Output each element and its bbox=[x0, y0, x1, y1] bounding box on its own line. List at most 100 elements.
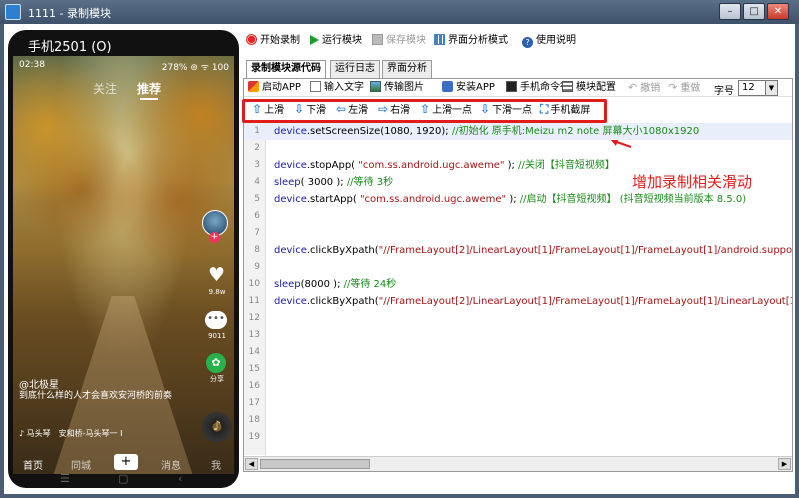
menu-key-icon[interactable]: ☰ bbox=[60, 472, 70, 485]
tab-run-log[interactable]: 运行日志 bbox=[330, 60, 380, 78]
module-config-button[interactable]: 模块配置 bbox=[562, 79, 616, 97]
line-number: 15 bbox=[248, 364, 260, 374]
code-line[interactable]: 13 bbox=[244, 327, 792, 344]
line-number: 14 bbox=[248, 347, 260, 357]
video-author[interactable]: @北极星 bbox=[19, 376, 59, 391]
comment-icon[interactable]: ••• bbox=[205, 311, 227, 329]
chevron-down-icon[interactable]: ▼ bbox=[765, 81, 777, 95]
phone-softkeys: ☰ ▢ ‹ bbox=[8, 472, 239, 488]
code-function: sleep bbox=[274, 279, 301, 290]
heart-icon[interactable]: ♥ bbox=[208, 264, 225, 286]
code-line[interactable]: 2 bbox=[244, 140, 792, 157]
scroll-right-icon[interactable]: ▶ bbox=[778, 458, 791, 470]
code-call: (8000 ); bbox=[300, 279, 344, 290]
code-call: ); bbox=[506, 194, 520, 205]
code-line[interactable]: 5 device.startApp( "com.ss.android.ugc.a… bbox=[244, 191, 792, 208]
code-line[interactable]: 8 device.clickByXpath("//FrameLayout[2]/… bbox=[244, 242, 792, 259]
music-disc-icon[interactable]: ♪ bbox=[202, 412, 232, 442]
line-number: 1 bbox=[254, 126, 260, 136]
highlight-box bbox=[242, 99, 607, 123]
code-line[interactable]: 19 bbox=[244, 429, 792, 446]
phone-screen[interactable]: 02:38 278% ⊜ ᯤ 100 关注 推荐 + ♥ 9.8w ••• 90… bbox=[13, 56, 234, 474]
code-line[interactable]: 17 bbox=[244, 395, 792, 412]
follow-plus-icon[interactable]: + bbox=[209, 232, 220, 243]
music-title[interactable]: ♪ 马头琴 安和桥-马头琴一 I bbox=[19, 428, 122, 439]
nav-nearby[interactable]: 同城 bbox=[71, 457, 91, 472]
terminal-icon bbox=[506, 81, 517, 92]
redo-icon: ↷ bbox=[668, 81, 678, 94]
launch-app-button[interactable]: 启动APP bbox=[248, 79, 301, 97]
tab-following[interactable]: 关注 bbox=[93, 80, 117, 97]
font-size-value: 12 bbox=[742, 82, 755, 93]
nav-home[interactable]: 首页 bbox=[23, 457, 43, 472]
code-line[interactable]: 12 bbox=[244, 310, 792, 327]
nav-create-button[interactable]: + bbox=[114, 454, 138, 470]
line-number: 18 bbox=[248, 415, 260, 425]
code-comment: //启动【抖音短视频】 (抖音短视频当前版本 8.5.0) bbox=[519, 194, 747, 205]
tab-recommended[interactable]: 推荐 bbox=[137, 80, 161, 97]
code-line[interactable]: 9 bbox=[244, 259, 792, 276]
code-line[interactable]: 10 sleep(8000 ); //等待 24秒 bbox=[244, 276, 792, 293]
code-comment: //关闭【抖音短视频】 bbox=[518, 160, 615, 171]
code-string: "//FrameLayout[2]/LinearLayout[1]/FrameL… bbox=[378, 296, 792, 307]
undo-icon: ↶ bbox=[628, 81, 638, 94]
code-line[interactable]: 1 device.setScreenSize(1080, 1920); //初始… bbox=[244, 123, 792, 140]
input-text-button[interactable]: 输入文字 bbox=[310, 79, 364, 97]
start-record-label: 开始录制 bbox=[260, 35, 300, 46]
line-number: 19 bbox=[248, 432, 260, 442]
code-line[interactable]: 18 bbox=[244, 412, 792, 429]
input-text-label: 输入文字 bbox=[324, 82, 364, 93]
font-size-select[interactable]: 12 ▼ bbox=[738, 80, 778, 96]
install-app-button[interactable]: 安装APP bbox=[442, 79, 495, 97]
minimize-button[interactable]: – bbox=[719, 3, 741, 20]
code-line[interactable]: 14 bbox=[244, 344, 792, 361]
tab-source-code[interactable]: 录制模块源代码 bbox=[246, 60, 326, 79]
nav-messages[interactable]: 消息 bbox=[161, 457, 181, 472]
code-string: "com.ss.android.ugc.aweme" bbox=[359, 194, 507, 205]
line-number: 2 bbox=[254, 143, 260, 153]
line-number: 9 bbox=[254, 262, 260, 272]
line-number: 17 bbox=[248, 398, 260, 408]
code-line[interactable]: 6 bbox=[244, 208, 792, 225]
code-editor[interactable]: 1 device.setScreenSize(1080, 1920); //初始… bbox=[244, 123, 792, 455]
nav-me[interactable]: 我 bbox=[211, 457, 221, 472]
line-number: 6 bbox=[254, 211, 260, 221]
video-background bbox=[13, 56, 234, 296]
code-string: "com.ss.android.ugc.aweme" bbox=[358, 160, 505, 171]
horizontal-scrollbar[interactable]: ◀ ▶ bbox=[244, 456, 792, 471]
save-module-button[interactable]: 保存模块 bbox=[372, 32, 426, 50]
tab-ui-analysis[interactable]: 界面分析 bbox=[382, 60, 432, 78]
code-object: device bbox=[274, 160, 307, 171]
code-line[interactable]: 7 bbox=[244, 225, 792, 242]
close-button[interactable]: ✕ bbox=[767, 3, 789, 20]
code-line[interactable]: 16 bbox=[244, 378, 792, 395]
window-titlebar: 1111 - 录制模块 – □ ✕ bbox=[0, 0, 799, 24]
scrollbar-thumb[interactable] bbox=[260, 459, 370, 469]
transfer-image-button[interactable]: 传输图片 bbox=[370, 79, 424, 97]
code-comment: //等待 3秒 bbox=[346, 177, 394, 188]
back-key-icon[interactable]: ‹ bbox=[178, 472, 182, 485]
share-icon[interactable]: ✿ bbox=[206, 353, 226, 373]
scroll-left-icon[interactable]: ◀ bbox=[245, 458, 258, 470]
maximize-button[interactable]: □ bbox=[743, 3, 765, 20]
app-icon bbox=[248, 81, 259, 92]
module-config-label: 模块配置 bbox=[576, 82, 616, 93]
phone-command-button[interactable]: 手机命令行 bbox=[506, 79, 570, 97]
code-line[interactable]: 15 bbox=[244, 361, 792, 378]
home-key-icon[interactable]: ▢ bbox=[118, 472, 128, 485]
phone-mirror[interactable]: 手机2501 (O) 02:38 278% ⊜ ᯤ 100 关注 推荐 + ♥ … bbox=[8, 30, 239, 488]
code-line[interactable]: 3 device.stopApp( "com.ss.android.ugc.aw… bbox=[244, 157, 792, 174]
start-record-button[interactable]: 开始录制 bbox=[246, 32, 300, 50]
code-line[interactable]: 11 device.clickByXpath("//FrameLayout[2]… bbox=[244, 293, 792, 310]
code-object: device bbox=[274, 296, 307, 307]
line-number: 11 bbox=[248, 296, 260, 306]
code-line[interactable]: 4 sleep( 3000 ); //等待 3秒 bbox=[244, 174, 792, 191]
undo-button[interactable]: ↶ 撤销 bbox=[628, 79, 660, 97]
run-module-button[interactable]: 运行模块 bbox=[310, 32, 362, 50]
ui-analysis-mode-button[interactable]: 界面分析模式 bbox=[434, 32, 508, 50]
code-text: sleep(8000 ); //等待 24秒 bbox=[274, 276, 396, 293]
install-icon bbox=[442, 81, 453, 92]
redo-button[interactable]: ↷ 重做 bbox=[668, 79, 700, 97]
help-button[interactable]: ? 使用说明 bbox=[522, 32, 576, 50]
code-object: device bbox=[274, 126, 307, 137]
